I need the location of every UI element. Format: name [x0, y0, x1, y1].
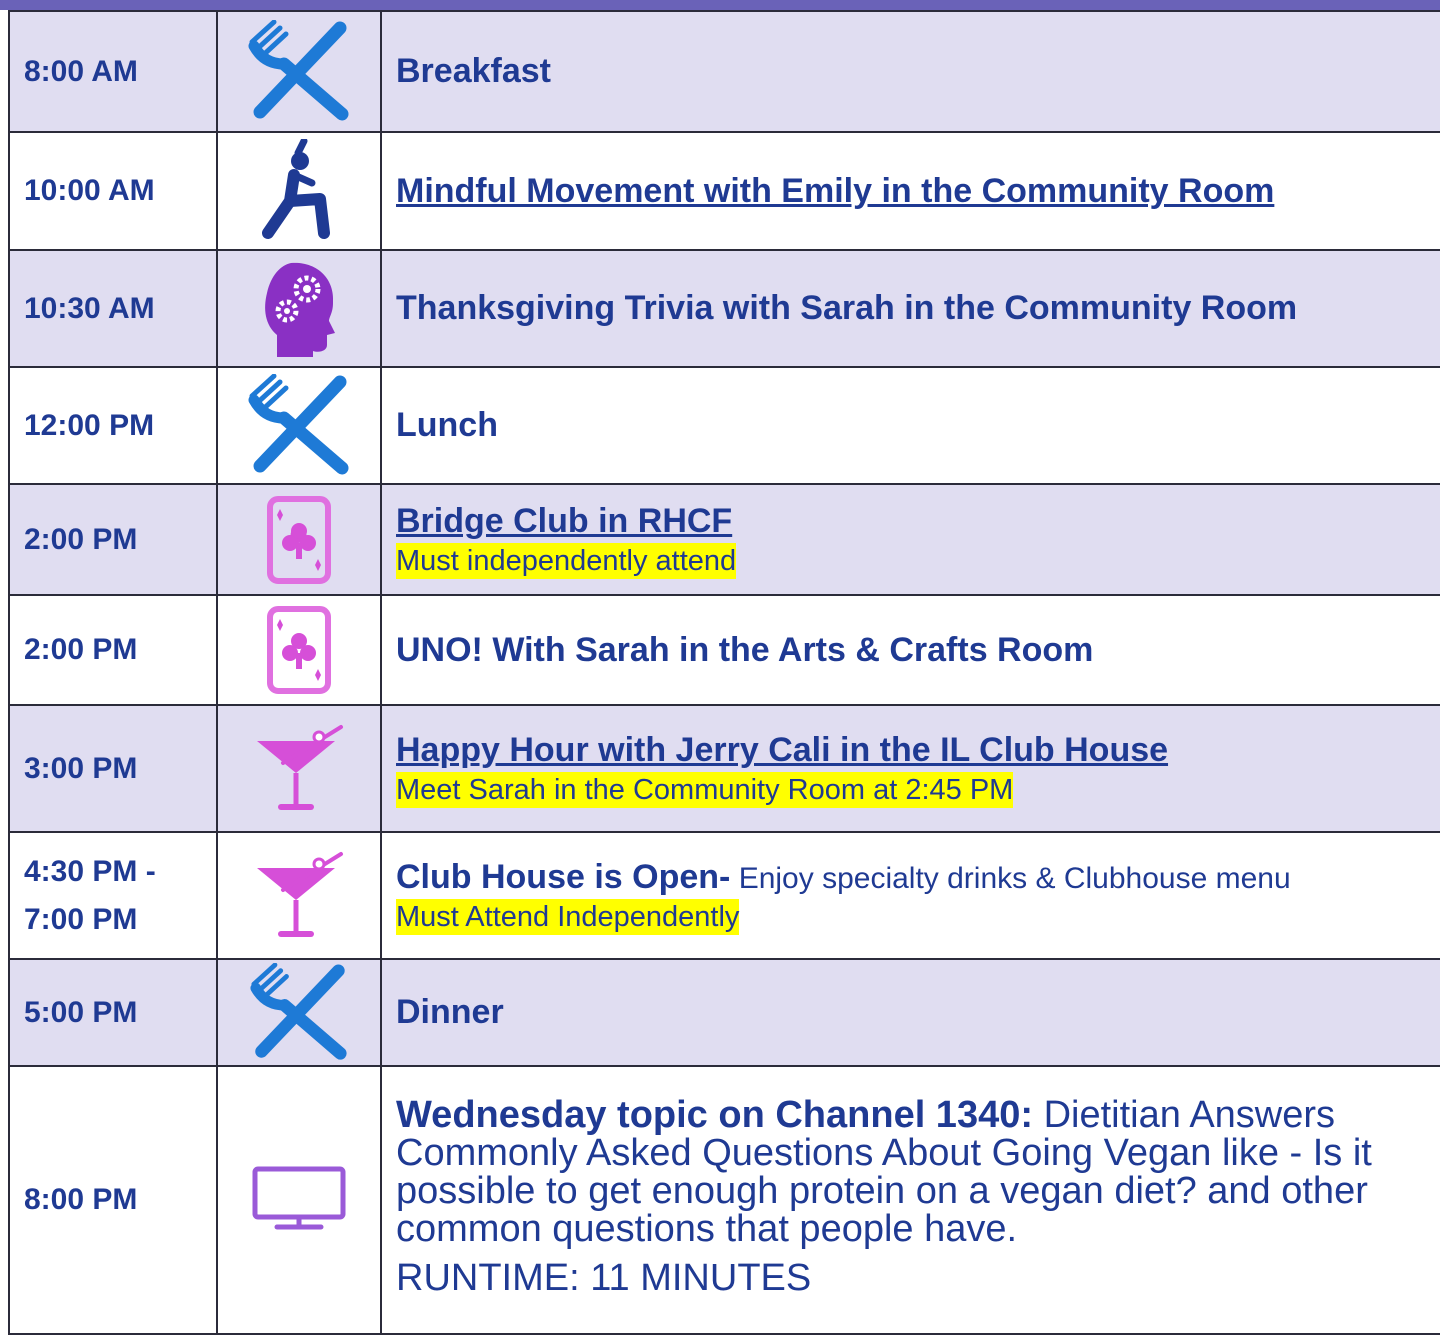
- activity-title: Wednesday topic on Channel 1340:: [396, 1094, 1034, 1137]
- schedule-table: 8:00 AM Breakfast 10:00 AM Mindful Movem…: [8, 10, 1440, 1335]
- icon-cell: [216, 1065, 382, 1335]
- icon-cell: [216, 704, 382, 833]
- activity-cell: Wednesday topic on Channel 1340: Dietiti…: [380, 1065, 1440, 1335]
- icon-cell: [216, 594, 382, 706]
- highlight-note: Must Attend Independently: [396, 898, 740, 935]
- activity-title: UNO! With Sarah in the Arts & Crafts Roo…: [396, 630, 1094, 669]
- activity-cell: Lunch: [380, 366, 1440, 485]
- highlight-note: Must independently attend: [396, 542, 737, 579]
- cocktail-icon: [257, 724, 343, 810]
- icon-cell: [216, 249, 382, 368]
- icon-cell: [216, 483, 382, 596]
- activity-title: Breakfast: [396, 52, 551, 91]
- time-cell: 8:00 PM: [8, 1065, 218, 1335]
- time-cell: 2:00 PM: [8, 483, 218, 596]
- time-cell: 10:30 AM: [8, 249, 218, 368]
- icon-cell: [216, 366, 382, 485]
- time-end: 7:00 PM: [24, 902, 138, 936]
- highlight-note: Meet Sarah in the Community Room at 2:45…: [396, 771, 1014, 808]
- icon-cell: [216, 10, 382, 133]
- activity-title: Club House is Open-: [396, 858, 731, 897]
- time-cell: 3:00 PM: [8, 704, 218, 833]
- time-cell: 4:30 PM - 7:00 PM: [8, 831, 218, 960]
- cocktail-icon: [257, 851, 343, 937]
- icon-cell: [216, 958, 382, 1067]
- activity-title: Thanksgiving Trivia with Sarah in the Co…: [396, 289, 1298, 328]
- table-row: 10:00 AM Mindful Movement with Emily in …: [8, 131, 1440, 251]
- brain-gears-icon: [265, 262, 335, 357]
- icon-cell: [216, 131, 382, 251]
- playing-card-icon: [267, 495, 331, 584]
- activity-cell: Thanksgiving Trivia with Sarah in the Co…: [380, 249, 1440, 368]
- activity-cell: Bridge Club in RHCF Must independently a…: [380, 483, 1440, 596]
- time-cell: 10:00 AM: [8, 131, 218, 251]
- table-row: 4:30 PM - 7:00 PM Club House is Open- En…: [8, 831, 1440, 960]
- fork-knife-icon: [248, 19, 349, 120]
- tv-icon: [252, 1166, 346, 1230]
- activity-cell: Dinner: [380, 958, 1440, 1067]
- activity-cell: Mindful Movement with Emily in the Commu…: [380, 131, 1440, 251]
- yoga-icon: [262, 139, 330, 239]
- time-cell: 12:00 PM: [8, 366, 218, 485]
- icon-cell: [216, 831, 382, 960]
- table-row: 8:00 PM Wednesday topic on Channel 1340:…: [8, 1065, 1440, 1335]
- table-row: 2:00 PM UNO! With Sarah in the Arts & Cr…: [8, 594, 1440, 706]
- fork-knife-icon: [248, 373, 349, 474]
- table-row: 2:00 PM Bridge Club in RHCF Must indepen…: [8, 483, 1440, 596]
- header-bar: [0, 0, 1440, 10]
- activity-title-link[interactable]: Bridge Club in RHCF: [396, 500, 1440, 543]
- time-cell: 5:00 PM: [8, 958, 218, 1067]
- activity-cell: Club House is Open- Enjoy specialty drin…: [380, 831, 1440, 960]
- activity-title-link[interactable]: Mindful Movement with Emily in the Commu…: [396, 172, 1274, 210]
- activity-cell: Breakfast: [380, 10, 1440, 133]
- activity-title-link[interactable]: Happy Hour with Jerry Cali in the IL Clu…: [396, 729, 1440, 772]
- runtime-text: RUNTIME: 11 MINUTES: [396, 1257, 812, 1300]
- table-row: 8:00 AM Breakfast: [8, 10, 1440, 133]
- activity-detail: Enjoy specialty drinks & Clubhouse menu: [730, 862, 1291, 896]
- activity-cell: UNO! With Sarah in the Arts & Crafts Roo…: [380, 594, 1440, 706]
- playing-card-icon: [267, 606, 331, 694]
- activity-title: Lunch: [396, 406, 498, 445]
- table-row: 12:00 PM Lunch: [8, 366, 1440, 485]
- table-row: 3:00 PM Happy Hour with Jerry Cali in th…: [8, 704, 1440, 833]
- fork-knife-icon: [250, 962, 347, 1060]
- table-row: 5:00 PM Dinner: [8, 958, 1440, 1067]
- activity-title: Dinner: [396, 993, 504, 1032]
- activity-cell: Happy Hour with Jerry Cali in the IL Clu…: [380, 704, 1440, 833]
- time-cell: 2:00 PM: [8, 594, 218, 706]
- time-cell: 8:00 AM: [8, 10, 218, 133]
- table-row: 10:30 AM Thanksgiving Trivia with Sarah …: [8, 249, 1440, 368]
- time-start: 4:30 PM -: [24, 854, 156, 888]
